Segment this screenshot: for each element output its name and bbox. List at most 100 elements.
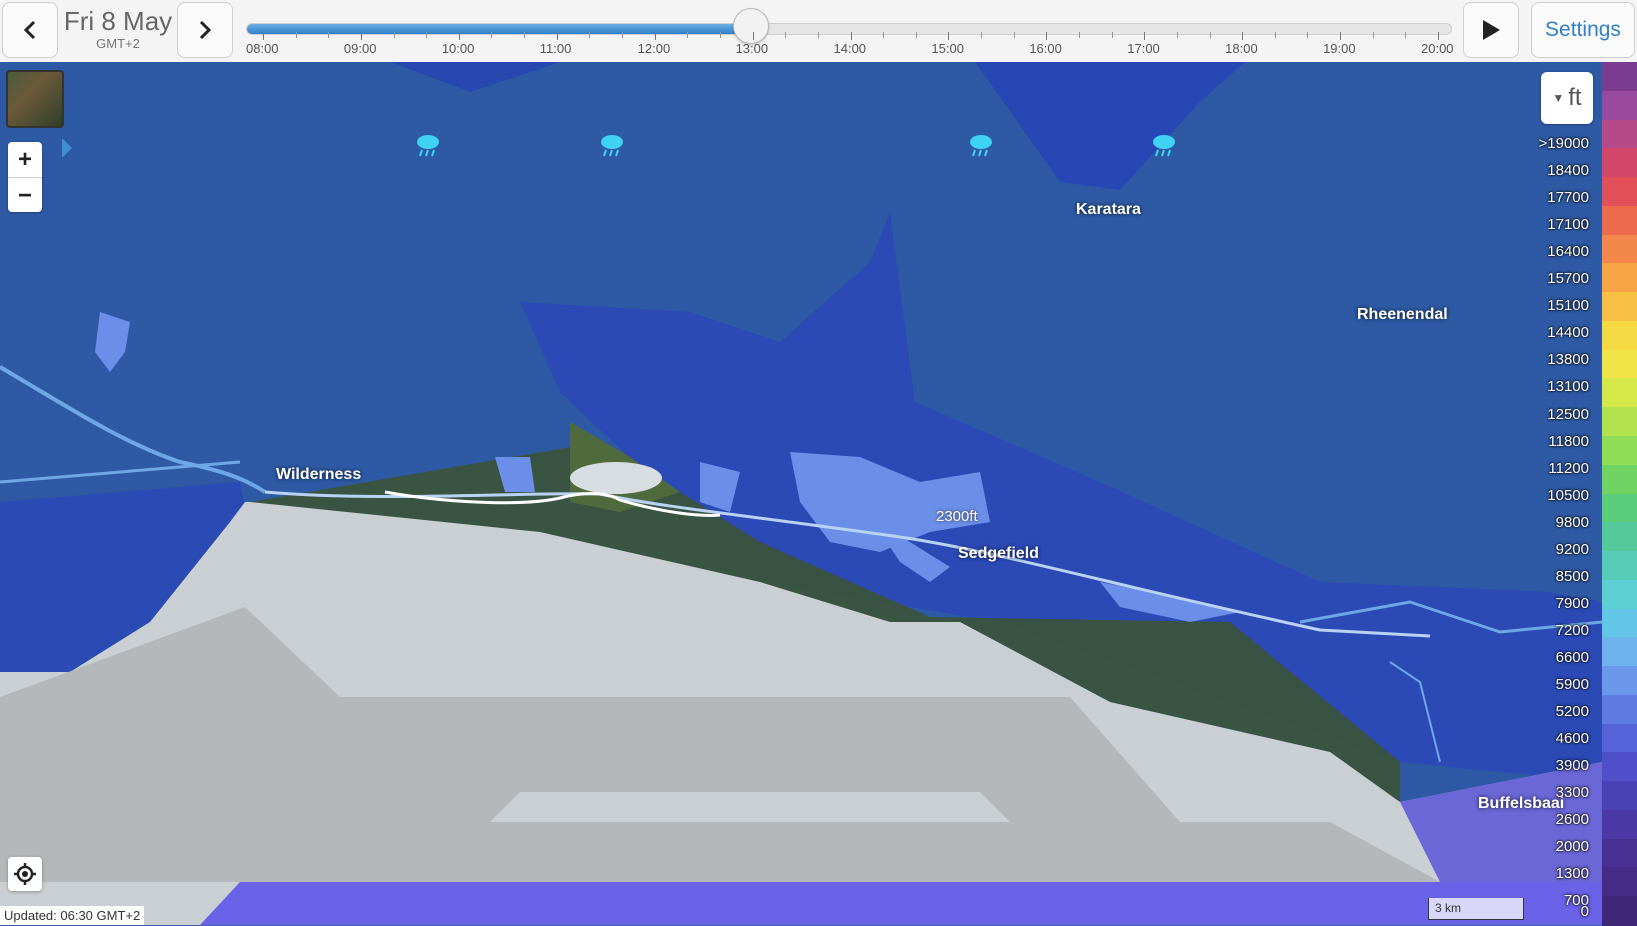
timeline-hour-label: 15:00 <box>931 41 964 56</box>
timeline-hour-label: 19:00 <box>1323 41 1356 56</box>
timeline-tick <box>1242 32 1244 40</box>
timeline-hour-label: 09:00 <box>343 41 377 56</box>
legend-value: 7200 <box>1555 621 1589 639</box>
play-button[interactable] <box>1463 2 1519 58</box>
unit-selector[interactable]: ▼ ft <box>1541 72 1593 124</box>
zoom-out-button[interactable]: − <box>8 178 42 213</box>
updated-timestamp: Updated: 06:30 GMT+2 <box>0 906 145 925</box>
layer-arrow-icon <box>62 138 72 158</box>
time-slider[interactable]: 08:00 09:00 10:00 11:00 12:00 13:00 14:00 15:00… <box>246 8 1454 60</box>
legend-color-swatch <box>1602 896 1637 926</box>
legend-color-swatch <box>1602 234 1637 265</box>
timeline-hour-label: 13:00 <box>735 41 769 56</box>
rain-cloud-icon <box>967 132 995 163</box>
legend-value: 2000 <box>1555 838 1589 856</box>
chevron-left-icon <box>23 20 36 40</box>
altitude-legend <box>1602 62 1637 926</box>
zoom-control: + − <box>8 142 42 212</box>
legend-color-swatch <box>1602 464 1637 495</box>
legend-value: 9800 <box>1555 513 1589 531</box>
timeline-hour-label: 16:00 <box>1029 41 1062 56</box>
place-label-rheenendal: Rheenendal <box>1357 306 1448 323</box>
timeline-hour-label: 12:00 <box>637 41 671 56</box>
legend-color-swatch <box>1602 205 1637 236</box>
basemap-thumbnail[interactable] <box>6 70 64 128</box>
timeline-minor-tick <box>524 32 526 38</box>
legend-value: 2600 <box>1555 811 1589 829</box>
play-icon <box>1483 20 1500 40</box>
timeline-hour-label: 14:00 <box>833 41 867 56</box>
place-label-wilderness: Wilderness <box>276 466 362 483</box>
timeline-tick <box>1438 32 1439 40</box>
legend-color-swatch <box>1602 435 1637 466</box>
timeline-minor-tick <box>491 32 493 38</box>
timeline-minor-tick <box>622 32 624 38</box>
date-display: Fri 8 May GMT+2 <box>60 6 176 58</box>
locate-button[interactable] <box>8 857 42 891</box>
legend-color-swatch <box>1602 637 1637 668</box>
scale-bar: 3 km <box>1428 898 1524 920</box>
legend-color-swatch <box>1602 752 1637 783</box>
timeline-tick <box>360 32 362 40</box>
legend-color-swatch <box>1602 320 1637 351</box>
timeline-minor-tick <box>426 32 428 38</box>
time-slider-handle[interactable] <box>732 8 769 44</box>
legend-color-swatch <box>1602 666 1637 696</box>
timeline-minor-tick <box>589 32 591 38</box>
legend-color-swatch <box>1602 378 1637 409</box>
timeline-tick <box>654 32 656 40</box>
legend-color-swatch <box>1602 838 1637 869</box>
timeline-hour-label: 11:00 <box>539 41 572 56</box>
legend-color-swatch <box>1602 522 1637 553</box>
legend-value: 17100 <box>1547 216 1589 234</box>
prev-day-button[interactable] <box>2 2 58 58</box>
map-canvas <box>0 62 1637 925</box>
timeline-minor-tick <box>719 32 721 38</box>
legend-value: 8500 <box>1555 567 1589 585</box>
legend-value: 13100 <box>1547 378 1589 396</box>
legend-color-swatch <box>1602 694 1637 725</box>
settings-button[interactable]: Settings <box>1531 2 1635 58</box>
crosshair-icon <box>14 863 36 885</box>
legend-value: 7900 <box>1555 594 1589 612</box>
legend-value: >19000 <box>1538 135 1589 152</box>
legend-color-swatch <box>1602 119 1637 150</box>
timeline-minor-tick <box>1176 32 1178 38</box>
legend-value: 12500 <box>1547 405 1589 423</box>
legend-value: 9200 <box>1555 540 1589 558</box>
legend-value: 3300 <box>1555 784 1589 802</box>
timeline-minor-tick <box>1372 32 1374 38</box>
rain-cloud-icon <box>598 132 626 163</box>
date-label: Fri 8 May <box>63 6 173 36</box>
legend-color-swatch <box>1602 781 1637 811</box>
route-altitude-label: 2300ft <box>936 508 978 525</box>
timeline-minor-tick <box>817 32 819 38</box>
legend-color-swatch <box>1602 608 1637 639</box>
next-day-button[interactable] <box>177 2 233 58</box>
timeline-tick <box>263 32 264 40</box>
timeline-minor-tick <box>785 32 787 38</box>
timezone-label: GMT+2 <box>96 36 140 51</box>
legend-value: 15100 <box>1547 297 1589 315</box>
timeline-hour-label: 18:00 <box>1225 41 1258 56</box>
map-view[interactable]: Wilderness Karatara Rheenendal Sedgefiel… <box>0 62 1637 925</box>
zoom-in-button[interactable]: + <box>8 142 42 178</box>
legend-value: 14400 <box>1547 324 1589 342</box>
legend-color-swatch <box>1602 493 1637 524</box>
legend-color-swatch <box>1602 292 1637 322</box>
legend-color-swatch <box>1602 723 1637 754</box>
legend-value: 11800 <box>1548 432 1589 450</box>
legend-value: 1300 <box>1555 865 1589 883</box>
legend-value: 16400 <box>1547 243 1589 261</box>
legend-value: 17700 <box>1547 189 1589 207</box>
legend-value: 4600 <box>1555 730 1589 748</box>
timeline-hour-label: 20:00 <box>1421 41 1454 56</box>
timeline-tick <box>752 32 754 40</box>
timeline-minor-tick <box>981 32 983 38</box>
legend-color-swatch <box>1602 867 1637 898</box>
legend-color-swatch <box>1602 177 1637 207</box>
place-label-sedgefield: Sedgefield <box>958 545 1039 562</box>
legend-value: 11200 <box>1548 459 1589 477</box>
place-label-buffelsbaai: Buffelsbaai <box>1478 795 1565 812</box>
timeline-tick <box>1046 32 1048 40</box>
